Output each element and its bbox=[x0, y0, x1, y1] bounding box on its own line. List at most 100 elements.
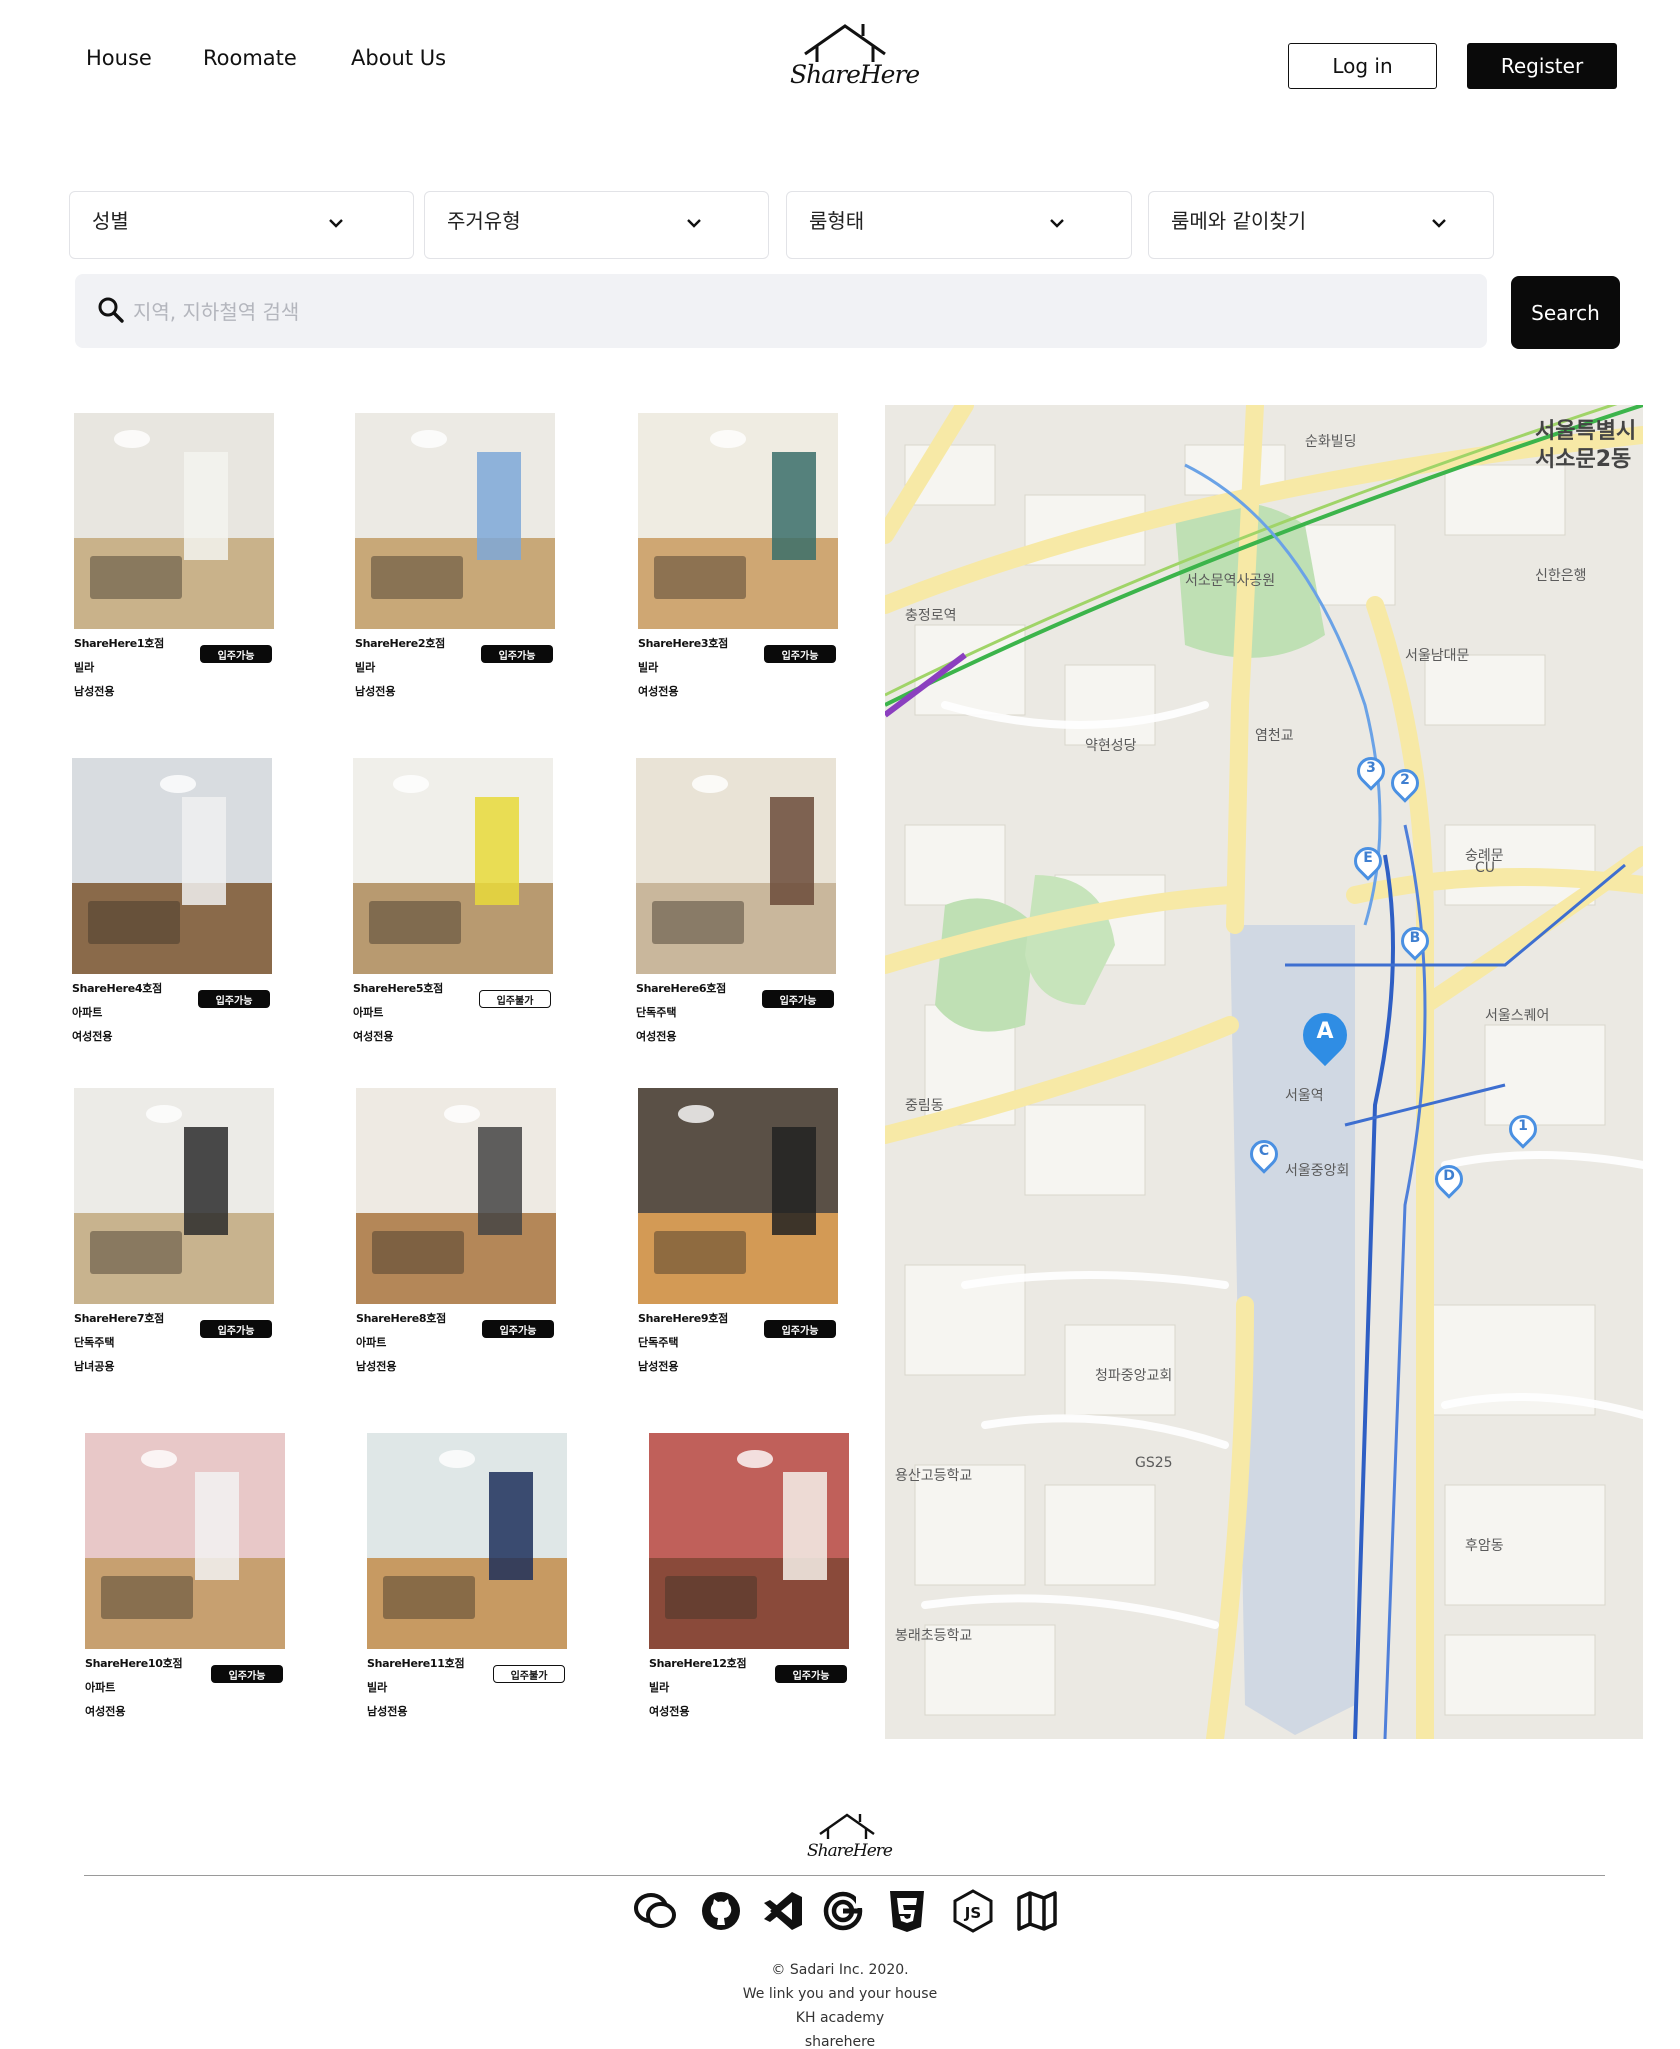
filter-label: 룸메와 같이찾기 bbox=[1171, 209, 1307, 233]
listing-housing-type: 단독주택 bbox=[638, 1336, 679, 1349]
availability-badge: 입주가능 bbox=[211, 1665, 283, 1683]
footer-logo-text: ShareHere bbox=[807, 1841, 893, 1861]
house-roof-icon bbox=[804, 24, 886, 62]
availability-badge: 입주가능 bbox=[481, 645, 553, 663]
listing-card[interactable]: ShareHere10호점 아파트 여성전용 입주가능 bbox=[85, 1433, 290, 1718]
listing-card[interactable]: ShareHere11호점빌라남성전용 입주불가 bbox=[367, 1433, 572, 1718]
google-icon[interactable] bbox=[820, 1888, 866, 1934]
listing-name: ShareHere6호점 bbox=[636, 982, 726, 995]
listing-gender: 여성전용 bbox=[638, 685, 679, 698]
listing-housing-type: 단독주택 bbox=[636, 1006, 677, 1019]
github-icon[interactable] bbox=[698, 1888, 744, 1934]
availability-badge: 입주가능 bbox=[200, 645, 272, 663]
map-label: 서울중앙회 bbox=[1285, 1163, 1350, 1179]
map-pin-2[interactable]: 2 bbox=[1385, 763, 1425, 805]
listing-card[interactable]: ShareHere3호점 빌라 여성전용 입주가능 bbox=[638, 413, 843, 698]
listing-card[interactable]: ShareHere4호점 아파트 여성전용 입주가능 bbox=[72, 758, 277, 1043]
search-icon bbox=[98, 297, 124, 323]
room-photo[interactable] bbox=[355, 413, 555, 629]
filter-housing-type-dropdown[interactable]: 주거유형 bbox=[424, 191, 769, 259]
availability-badge: 입주불가 bbox=[493, 1665, 565, 1683]
map-label: 후암동 bbox=[1465, 1538, 1504, 1554]
listing-name: ShareHere12호점 bbox=[649, 1657, 747, 1670]
nav-link-roomate[interactable]: Roomate bbox=[203, 46, 297, 70]
chat-icon[interactable] bbox=[632, 1888, 678, 1934]
listing-card[interactable]: ShareHere6호점 단독주택 여성전용 입주가능 bbox=[636, 758, 841, 1043]
listing-card[interactable]: ShareHere5호점 아파트 여성전용 입주불가 bbox=[353, 758, 558, 1043]
listing-gender: 여성전용 bbox=[649, 1705, 690, 1718]
search-placeholder: 지역, 지하철역 검색 bbox=[133, 300, 300, 324]
listing-gender: 남성전용 bbox=[74, 685, 115, 698]
listing-card[interactable]: ShareHere8호점 아파트 남성전용 입주가능 bbox=[356, 1088, 561, 1373]
login-button[interactable]: Log in bbox=[1288, 43, 1437, 89]
map-pin-1[interactable]: 1 bbox=[1503, 1109, 1543, 1151]
filter-find-with-roommate-dropdown[interactable]: 룸메와 같이찾기 bbox=[1148, 191, 1494, 259]
room-photo[interactable] bbox=[367, 1433, 567, 1649]
logo-text: ShareHere bbox=[790, 60, 920, 89]
nav-link-house[interactable]: House bbox=[86, 46, 152, 70]
chevron-down-icon bbox=[329, 219, 343, 228]
room-photo[interactable] bbox=[74, 1088, 274, 1304]
map-label: 서소문2동 bbox=[1535, 447, 1632, 472]
room-photo[interactable] bbox=[649, 1433, 849, 1649]
search-button[interactable]: Search bbox=[1511, 276, 1620, 349]
room-photo[interactable] bbox=[356, 1088, 556, 1304]
availability-badge: 입주가능 bbox=[482, 1320, 554, 1338]
map-label: 서울스퀘어 bbox=[1485, 1008, 1550, 1024]
map-label: 서소문역사공원 bbox=[1185, 573, 1276, 589]
listing-card[interactable]: ShareHere2호점 빌라 남성전용 입주가능 bbox=[355, 413, 560, 698]
filter-room-type-dropdown[interactable]: 룸형태 bbox=[786, 191, 1132, 259]
listing-card[interactable]: ShareHere9호점 단독주택 남성전용 입주가능 bbox=[638, 1088, 843, 1373]
nodejs-icon[interactable]: JS bbox=[950, 1888, 996, 1934]
map-pin-c[interactable]: C bbox=[1244, 1134, 1284, 1176]
listing-housing-type: 빌라 bbox=[355, 661, 376, 674]
listing-housing-type: 아파트 bbox=[353, 1006, 384, 1019]
map-pin-3[interactable]: 3 bbox=[1351, 751, 1391, 793]
listing-housing-type: 빌라 bbox=[649, 1681, 670, 1694]
listing-housing-type: 아파트 bbox=[85, 1681, 116, 1694]
house-roof-icon bbox=[819, 1813, 875, 1839]
map-view[interactable]: 서울특별시 서소문2동 서소문역사공원 순화빌딩 충정로역 서울역 신한은행 서… bbox=[885, 405, 1643, 1739]
listing-housing-type: 아파트 bbox=[72, 1006, 103, 1019]
room-photo[interactable] bbox=[85, 1433, 285, 1649]
room-photo[interactable] bbox=[74, 413, 274, 629]
listing-card[interactable]: ShareHere7호점 단독주택 남녀공용 입주가능 bbox=[74, 1088, 279, 1373]
room-photo[interactable] bbox=[636, 758, 836, 974]
listing-gender: 여성전용 bbox=[353, 1030, 394, 1043]
availability-badge: 입주가능 bbox=[198, 990, 270, 1008]
filter-label: 주거유형 bbox=[447, 209, 521, 233]
room-photo[interactable] bbox=[638, 1088, 838, 1304]
chevron-down-icon bbox=[1050, 219, 1064, 228]
search-input[interactable]: 지역, 지하철역 검색 bbox=[75, 274, 1487, 348]
footer-copyright: © Sadari Inc. 2020. bbox=[771, 1962, 909, 1978]
register-button[interactable]: Register bbox=[1467, 43, 1617, 89]
nav-link-about-us[interactable]: About Us bbox=[351, 46, 446, 70]
css3-icon[interactable] bbox=[884, 1888, 930, 1934]
listing-card[interactable]: ShareHere1호점 빌라 남성전용 입주가능 bbox=[74, 413, 279, 698]
room-photo[interactable] bbox=[353, 758, 553, 974]
listing-name: ShareHere11호점 bbox=[367, 1657, 465, 1670]
listing-card[interactable]: ShareHere12호점 빌라 여성전용 입주가능 bbox=[649, 1433, 854, 1718]
listing-housing-type: 빌라 bbox=[367, 1681, 388, 1694]
room-photo[interactable] bbox=[638, 413, 838, 629]
listing-housing-type: 빌라 bbox=[74, 661, 95, 674]
listing-name: ShareHere9호점 bbox=[638, 1312, 728, 1325]
map-pin-e[interactable]: E bbox=[1348, 841, 1388, 883]
listing-gender: 남성전용 bbox=[367, 1705, 408, 1718]
map-label: 신한은행 bbox=[1535, 568, 1587, 584]
map-label: 서울역 bbox=[1285, 1088, 1324, 1104]
map-canvas bbox=[885, 405, 1643, 1739]
map-pin-a[interactable]: A bbox=[1293, 1003, 1357, 1067]
visual-studio-icon[interactable] bbox=[760, 1888, 806, 1934]
footer-tagline: We link you and your house bbox=[742, 1986, 938, 2002]
map-label: GS25 bbox=[1135, 1455, 1173, 1471]
sharehere-logo[interactable]: ShareHere bbox=[790, 22, 920, 100]
footer-logo[interactable]: ShareHere bbox=[807, 1812, 893, 1861]
filter-gender-dropdown[interactable]: 성별 bbox=[69, 191, 414, 259]
map-pin-b[interactable]: B bbox=[1395, 921, 1435, 963]
map-label: 충정로역 bbox=[905, 608, 957, 624]
map-icon[interactable] bbox=[1014, 1888, 1060, 1934]
room-photo[interactable] bbox=[72, 758, 272, 974]
map-pin-d[interactable]: D bbox=[1429, 1159, 1469, 1201]
chevron-down-icon bbox=[687, 219, 701, 228]
